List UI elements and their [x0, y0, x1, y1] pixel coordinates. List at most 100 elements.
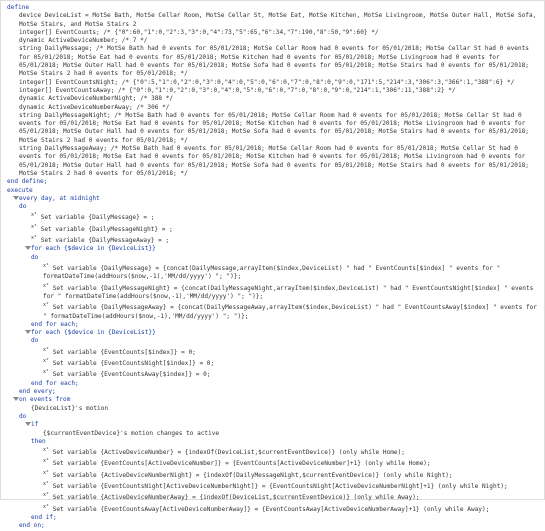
code-text: Set variable {EventCountsAway[$index]} =…: [52, 371, 211, 379]
code-text: execute: [7, 186, 33, 194]
code-text: integer[] EventCountsNight; /* {"0":5,"1…: [19, 78, 515, 86]
code-text: integer[] EventCounts; /* {"0":60,"1":0,…: [19, 28, 379, 36]
code-text: Set variable {ActiveDeviceNumberAway} = …: [52, 494, 420, 502]
code-text: Set variable {DailyMessageAway} = ;: [40, 237, 170, 245]
code-text: {DeviceList}'s motion: [31, 404, 109, 412]
code-text: string DailyMessageNight; /* MotSe Bath …: [19, 111, 533, 144]
code-text: define: [7, 4, 30, 11]
code-text: Set variable {ActiveDeviceNumberNight} =…: [52, 471, 453, 479]
code-line: x² Set variable {DailyMessageNight} = ;: [1, 223, 544, 234]
fold-arrow-icon[interactable]: [13, 397, 19, 402]
code-text: on events from: [19, 396, 71, 404]
code-text: dynamic ActiveDeviceNumberNight; /* 388 …: [19, 95, 174, 103]
code-text: do: [19, 203, 27, 211]
variable-icon: x²: [43, 282, 50, 289]
code-line: x² Set variable {DailyMessageAway} = {co…: [1, 301, 544, 321]
code-line: x² Set variable {DailyMessage} = ;: [1, 211, 544, 222]
code-text: if: [31, 421, 39, 429]
code-text: string DailyMessage; /* MotSe Bath had 0…: [19, 45, 533, 78]
code-line: on events from: [1, 396, 544, 404]
code-text: then: [31, 437, 46, 445]
variable-icon: x²: [43, 346, 50, 353]
code-text: end if;: [31, 514, 57, 522]
code-line: string DailyMessageAway; /* MotSe Bath h…: [1, 145, 544, 178]
variable-icon: x²: [43, 481, 50, 488]
code-line: end for each;: [1, 380, 544, 388]
code-line: end every;: [1, 388, 544, 396]
variable-icon: x²: [43, 492, 50, 499]
variable-icon: x²: [43, 369, 50, 376]
code-line: x² Set variable {ActiveDeviceNumber} = {…: [1, 446, 544, 457]
code-line: do: [1, 203, 544, 211]
code-editor: define device DeviceList = MotSe Bath, Mo…: [0, 0, 545, 529]
variable-icon: x²: [43, 358, 50, 365]
code-line: {DeviceList}'s motion: [1, 405, 544, 413]
code-line: device DeviceList = MotSe Bath, MotSe Ce…: [1, 12, 544, 29]
code-line: x² Set variable {ActiveDeviceNumberAway}…: [1, 491, 544, 502]
code-line: dynamic ActiveDeviceNumberNight; /* 388 …: [1, 95, 544, 103]
fold-arrow-icon[interactable]: [25, 246, 31, 251]
code-text: do: [19, 412, 27, 420]
code-text: Set variable {DailyMessageNight} = ;: [40, 225, 173, 233]
code-text: Set variable {EventCountsAway[ActiveDevi…: [52, 505, 490, 513]
code-line: end if;: [1, 514, 544, 522]
code-line: integer[] EventCountsAway; /* {"0":0,"1"…: [1, 87, 544, 95]
code-text: for each {$device in {DeviceList}}: [31, 245, 156, 253]
code-line: x² Set variable {EventCountsNight[Active…: [1, 480, 544, 491]
code-line: for each {$device in {DeviceList}}: [1, 329, 544, 337]
variable-icon: x²: [31, 212, 38, 219]
code-text: dynamic ActiveDeviceNumberAway; /* 306 *…: [19, 103, 170, 111]
code-line: x² Set variable {EventCountsNight[$index…: [1, 357, 544, 368]
variable-icon: x²: [31, 223, 38, 230]
code-line: do: [1, 337, 544, 345]
code-line: x² Set variable {EventCounts[$index]} = …: [1, 346, 544, 357]
code-text: integer[] EventCountsAway; /* {"0":0,"1"…: [19, 86, 456, 94]
code-line: string DailyMessage; /* MotSe Bath had 0…: [1, 45, 544, 78]
code-text: Set variable {DailyMessage} = ;: [40, 214, 155, 222]
fold-arrow-icon[interactable]: [25, 330, 31, 335]
code-text: end define;: [7, 178, 48, 186]
fold-arrow-icon[interactable]: [13, 195, 19, 200]
code-line: end for each;: [1, 321, 544, 329]
code-line: x² Set variable {ActiveDeviceNumberNight…: [1, 469, 544, 480]
code-line: define: [1, 4, 544, 12]
code-line: integer[] EventCounts; /* {"0":60,"1":0,…: [1, 29, 544, 37]
code-line: do: [1, 254, 544, 262]
code-text: end for each;: [31, 379, 79, 387]
code-line: x² Set variable {DailyMessageAway} = ;: [1, 234, 544, 245]
code-line: execute: [1, 187, 544, 195]
code-line: do: [1, 413, 544, 421]
code-line: then: [1, 438, 544, 446]
code-text: Set variable {EventCounts[ActiveDeviceNu…: [52, 460, 431, 468]
code-text: {$currentEventDevice}'s motion changes t…: [43, 429, 220, 437]
code-line: dynamic ActiveDeviceNumberAway; /* 306 *…: [1, 104, 544, 112]
code-line: x² Set variable {EventCounts[ActiveDevic…: [1, 457, 544, 468]
variable-icon: x²: [31, 235, 38, 242]
code-text: string DailyMessageAway; /* MotSe Bath h…: [19, 145, 533, 177]
code-text: Set variable {DailyMessageNight} = {conc…: [43, 284, 537, 300]
variable-icon: x²: [43, 447, 50, 454]
code-line: end on;: [1, 522, 544, 530]
code-text: end on;: [19, 522, 45, 530]
code-line: {$currentEventDevice}'s motion changes t…: [1, 430, 544, 438]
code-line: integer[] EventCountsNight; /* {"0":5,"1…: [1, 79, 544, 87]
code-line: dynamic ActiveDeviceNumber; /* 7 */: [1, 37, 544, 45]
code-text: device DeviceList = MotSe Bath, MotSe Ce…: [19, 12, 540, 28]
variable-icon: x²: [43, 458, 50, 465]
fold-arrow-icon[interactable]: [25, 422, 31, 427]
code-text: dynamic ActiveDeviceNumber; /* 7 */: [19, 37, 148, 45]
variable-icon: x²: [43, 503, 50, 510]
code-text: every day, at midnight: [19, 194, 100, 202]
code-text: Set variable {EventCountsNight[ActiveDev…: [52, 483, 508, 491]
code-line: string DailyMessageNight; /* MotSe Bath …: [1, 112, 544, 145]
variable-icon: x²: [43, 469, 50, 476]
code-text: do: [31, 253, 39, 261]
code-text: do: [31, 337, 39, 345]
code-line: every day, at midnight: [1, 195, 544, 203]
variable-icon: x²: [43, 263, 50, 269]
code-line: end define;: [1, 178, 544, 186]
code-line: x² Set variable {EventCountsAway[$index]…: [1, 368, 544, 379]
code-line: for each {$device in {DeviceList}}: [1, 245, 544, 253]
code-text: Set variable {ActiveDeviceNumber} = {ind…: [52, 449, 405, 457]
variable-icon: x²: [43, 302, 50, 309]
